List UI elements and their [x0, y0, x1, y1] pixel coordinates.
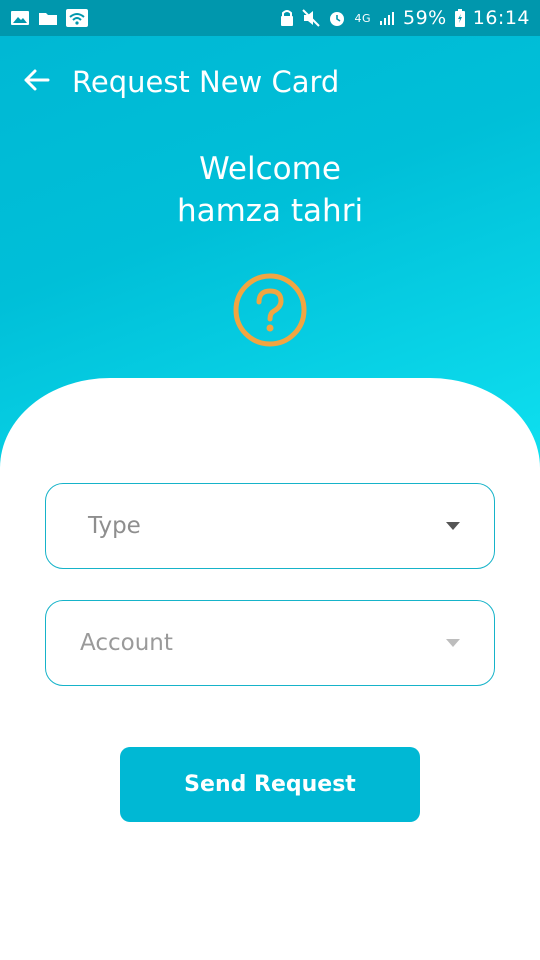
battery-icon — [454, 9, 465, 27]
type-dropdown[interactable]: Type — [45, 483, 495, 569]
back-button[interactable] — [0, 36, 72, 128]
status-right: 4G 59% 16:14 — [280, 7, 530, 29]
account-dropdown[interactable]: Account — [45, 600, 495, 686]
user-name: hamza tahri — [176, 193, 364, 229]
battery-percent: 59% — [403, 7, 447, 29]
alarm-icon — [328, 9, 346, 27]
account-dropdown-label: Account — [80, 630, 173, 656]
gallery-icon — [10, 9, 30, 27]
folder-icon — [38, 9, 58, 27]
lock-icon — [280, 9, 294, 27]
toolbar: Request New Card — [0, 36, 540, 128]
wifi-icon — [66, 9, 88, 27]
type-dropdown-label: Type — [88, 513, 141, 539]
network-type: 4G — [354, 11, 371, 25]
status-bar: 4G 59% 16:14 — [0, 0, 540, 36]
status-left — [10, 9, 88, 27]
signal-icon — [379, 10, 395, 26]
back-arrow-icon — [22, 68, 50, 96]
welcome-message: Welcome hamza tahri — [0, 148, 540, 232]
dropdown-caret-icon — [446, 522, 460, 530]
page-title: Request New Card — [72, 65, 340, 99]
send-request-button[interactable]: Send Request — [120, 747, 420, 822]
question-circle-icon[interactable] — [231, 271, 309, 349]
clock: 16:14 — [472, 7, 530, 29]
dropdown-caret-icon — [446, 639, 460, 647]
welcome-greeting: Welcome — [199, 151, 341, 187]
mute-icon — [302, 9, 321, 27]
